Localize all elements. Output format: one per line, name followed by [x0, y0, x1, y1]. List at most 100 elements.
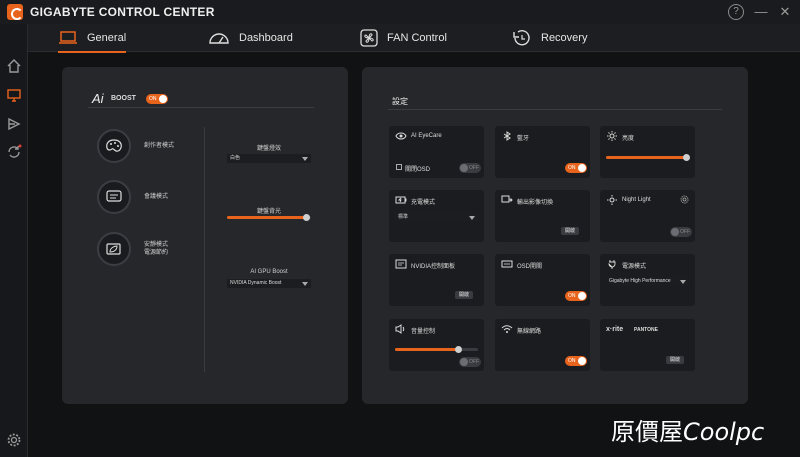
play-icon[interactable]	[6, 116, 22, 132]
palette-icon	[106, 139, 122, 152]
power-mode-card: 電源模式 Gigabyte High Performance	[600, 254, 695, 306]
xrite-open-button[interactable]: 開啟	[666, 356, 685, 364]
nvidia-label: NVIDIA控制面板	[411, 264, 456, 270]
volume-slider[interactable]	[455, 346, 462, 353]
quiet-mode-label: 安靜模式 電源節約	[144, 242, 169, 256]
eyecare-card: AI EyeCare 關閉OSD OFF	[389, 126, 484, 178]
coolpc-watermark: 原價屋Coolpc	[611, 418, 765, 446]
tab-recovery[interactable]: Recovery	[510, 24, 587, 52]
tab-dashboard[interactable]: Dashboard	[208, 24, 293, 52]
battery-leaf-icon	[106, 243, 121, 255]
tab-fan-control[interactable]: FAN Control	[360, 24, 447, 52]
speaker-icon	[395, 324, 405, 334]
meeting-mode-label: 會議模式	[144, 194, 169, 200]
wifi-card: 無線網路 ON	[495, 319, 590, 371]
gigabyte-logo-icon	[7, 4, 23, 20]
nvidia-open-button[interactable]: 開啟	[455, 291, 474, 299]
charging-dropdown[interactable]: 標準	[395, 213, 478, 222]
recovery-icon	[513, 30, 530, 46]
wifi-label: 無線網路	[517, 329, 542, 335]
eye-icon	[395, 132, 407, 140]
tab-label: Recovery	[541, 32, 588, 44]
fan-icon	[360, 29, 378, 47]
main-tabs: General Dashboard FAN Control Recovery	[28, 24, 800, 53]
vertical-divider	[204, 127, 205, 372]
power-plug-icon	[608, 260, 616, 269]
eyecare-label: AI EyeCare	[411, 133, 442, 139]
nightlight-card: Night Light OFF	[600, 190, 695, 242]
volume-fill	[395, 348, 459, 351]
brightness-fill	[606, 156, 687, 159]
divider	[388, 109, 722, 110]
monitor-icon[interactable]	[6, 87, 22, 103]
meeting-mode-button[interactable]	[97, 180, 131, 214]
gear-icon[interactable]	[6, 432, 22, 448]
xrite-brand: x·rite	[606, 326, 624, 333]
volume-label: 音量控制	[411, 329, 436, 335]
eyecare-toggle[interactable]: OFF	[459, 163, 481, 173]
keyboard-backlight-slider[interactable]	[303, 214, 310, 221]
display-switch-open-button[interactable]: 開啟	[561, 227, 580, 235]
nightlight-toggle[interactable]: OFF	[670, 227, 692, 237]
minimize-button[interactable]: —	[753, 4, 769, 20]
pantone-brand: PANTONE	[634, 327, 658, 333]
help-button[interactable]: ?	[728, 4, 744, 20]
control-panel-icon	[395, 259, 407, 269]
ai-boost-panel: Ai BOOST ON 創作者模式 會議模式 安靜模式 電源節約 鍵盤燈效 白色…	[62, 67, 348, 404]
nightlight-icon	[607, 195, 617, 205]
tab-label: Dashboard	[239, 32, 293, 44]
divider	[88, 107, 314, 108]
settings-title: 設定	[392, 97, 408, 106]
wifi-toggle[interactable]: ON	[565, 356, 587, 366]
display-switch-card: 輸出影像切換 開啟	[495, 190, 590, 242]
sync-icon[interactable]	[6, 144, 22, 160]
bluetooth-icon	[503, 131, 511, 141]
gpu-boost-dropdown[interactable]: NVIDIA Dynamic Boost	[227, 279, 311, 288]
battery-charge-icon	[395, 196, 407, 204]
nvidia-card: NVIDIA控制面板 開啟	[389, 254, 484, 306]
tab-label: General	[87, 32, 127, 44]
ai-boost-toggle[interactable]: ON	[146, 94, 168, 104]
brightness-slider[interactable]	[683, 154, 690, 161]
osd-off-checkbox[interactable]	[396, 164, 402, 170]
nightlight-settings-icon[interactable]	[680, 195, 689, 204]
chat-icon	[106, 190, 122, 202]
side-nav	[0, 24, 28, 457]
xrite-card: x·rite PANTONE 開啟	[600, 319, 695, 371]
app-title: GIGABYTE CONTROL CENTER	[30, 5, 215, 19]
close-button[interactable]: ✕	[777, 4, 793, 20]
display-switch-label: 輸出影像切換	[517, 200, 554, 206]
charging-card: 充電模式 標準	[389, 190, 484, 242]
bluetooth-toggle[interactable]: ON	[565, 163, 587, 173]
bluetooth-label: 藍牙	[517, 136, 530, 142]
brightness-card: 亮度	[600, 126, 695, 178]
power-mode-label: 電源模式	[622, 264, 647, 270]
osd-off-label: 關閉OSD	[405, 167, 431, 173]
title-bar: GIGABYTE CONTROL CENTER ? — ✕	[0, 0, 800, 24]
keyboard-backlight-title: 鍵盤背光	[256, 209, 281, 215]
keyboard-effect-title: 鍵盤燈效	[256, 146, 281, 152]
power-mode-dropdown[interactable]: Gigabyte High Performance	[606, 277, 689, 286]
creator-mode-button[interactable]	[97, 129, 131, 163]
brightness-label: 亮度	[622, 136, 635, 142]
home-icon[interactable]	[6, 58, 22, 74]
nightlight-label: Night Light	[622, 197, 651, 203]
wifi-icon	[501, 325, 513, 333]
laptop-icon	[59, 31, 77, 44]
keyboard-effect-dropdown[interactable]: 白色	[227, 154, 311, 163]
boost-label: BOOST	[111, 95, 136, 102]
creator-mode-label: 創作者模式	[144, 143, 175, 149]
ai-logo-text: Ai	[92, 91, 104, 106]
osd-label: OSD開關	[517, 264, 543, 270]
quiet-mode-button[interactable]	[97, 232, 131, 266]
gauge-icon	[209, 33, 229, 44]
tab-general[interactable]: General	[58, 24, 127, 53]
osd-card: OSD開關 ON	[495, 254, 590, 306]
settings-panel: 設定 AI EyeCare 關閉OSD OFF 藍牙 ON 亮度 充電模式 標準…	[362, 67, 748, 404]
volume-toggle[interactable]: OFF	[459, 357, 481, 367]
tab-label: FAN Control	[387, 32, 447, 44]
display-output-icon	[501, 195, 513, 203]
keyboard-backlight-fill	[227, 216, 307, 219]
osd-toggle[interactable]: ON	[565, 291, 587, 301]
gpu-boost-title: AI GPU Boost	[250, 269, 288, 275]
